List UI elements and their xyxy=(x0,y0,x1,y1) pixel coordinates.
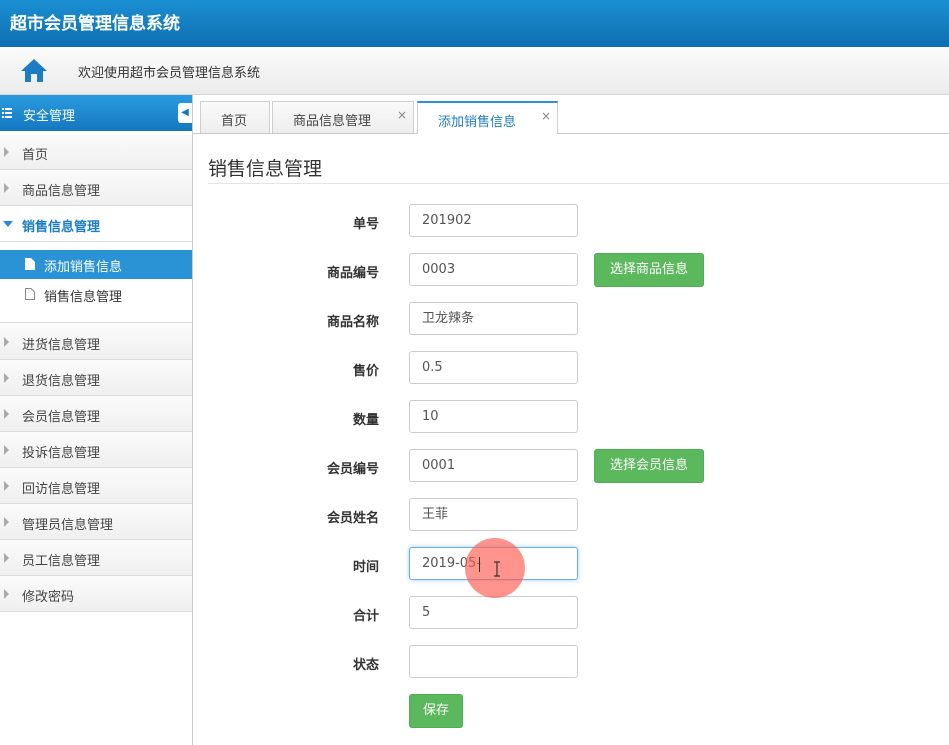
price-label: 售价 xyxy=(352,364,379,379)
sidebar-item-sales[interactable]: 销售信息管理 xyxy=(0,206,192,242)
sidebar-subitem-label: 销售信息管理 xyxy=(44,290,123,305)
caret-right-icon xyxy=(4,553,9,563)
sidebar-item-admins[interactable]: 管理员信息管理 xyxy=(0,504,192,540)
status-input[interactable] xyxy=(409,645,578,678)
home-icon[interactable] xyxy=(20,57,48,83)
caret-right-icon xyxy=(4,481,9,491)
sidebar-item-home[interactable]: 首页 xyxy=(0,134,192,170)
sidebar-header-label: 安全管理 xyxy=(23,109,76,124)
sidebar-item-purchase[interactable]: 进货信息管理 xyxy=(0,324,192,360)
product-code-label: 商品编号 xyxy=(326,266,379,281)
ibeam-cursor-icon xyxy=(494,561,500,577)
select-product-button[interactable]: 选择商品信息 xyxy=(594,253,704,287)
sidebar-item-label: 员工信息管理 xyxy=(22,554,101,569)
sidebar-item-returns[interactable]: 退货信息管理 xyxy=(0,360,192,396)
tab-label: 添加销售信息 xyxy=(438,115,517,130)
sidebar-subitem-sales-management[interactable]: 销售信息管理 xyxy=(0,280,192,309)
quantity-label: 数量 xyxy=(352,413,379,428)
document-icon xyxy=(25,258,35,270)
sidebar-item-label: 销售信息管理 xyxy=(22,220,101,235)
caret-right-icon xyxy=(4,147,9,157)
caret-right-icon xyxy=(4,183,9,193)
caret-right-icon xyxy=(4,337,9,347)
caret-right-icon xyxy=(4,409,9,419)
sidebar-item-members[interactable]: 会员信息管理 xyxy=(0,396,192,432)
caret-down-icon xyxy=(3,221,13,227)
sidebar-item-complaints[interactable]: 投诉信息管理 xyxy=(0,432,192,468)
sidebar-item-employees[interactable]: 员工信息管理 xyxy=(0,540,192,576)
list-icon xyxy=(2,108,12,118)
member-code-input[interactable]: 0001 xyxy=(409,449,578,482)
sidebar-item-label: 修改密码 xyxy=(22,590,75,605)
status-label: 状态 xyxy=(352,658,379,673)
welcome-bar: 欢迎使用超市会员管理信息系统 xyxy=(0,47,949,95)
sidebar-item-label: 投诉信息管理 xyxy=(22,446,101,461)
quantity-input[interactable]: 10 xyxy=(409,400,578,433)
select-member-button[interactable]: 选择会员信息 xyxy=(594,449,704,483)
caret-right-icon xyxy=(4,445,9,455)
order-no-input[interactable]: 201902 xyxy=(409,204,578,237)
product-name-label: 商品名称 xyxy=(326,315,379,330)
sidebar-item-label: 管理员信息管理 xyxy=(22,518,114,533)
price-input[interactable]: 0.5 xyxy=(409,351,578,384)
app-header: 超市会员管理信息系统 xyxy=(0,0,949,47)
collapse-sidebar-icon[interactable]: ◀ xyxy=(178,103,192,123)
divider xyxy=(0,322,192,323)
sidebar-item-label: 进货信息管理 xyxy=(22,338,101,353)
caret-right-icon xyxy=(4,373,9,383)
sidebar-item-label: 会员信息管理 xyxy=(22,410,101,425)
member-code-label: 会员编号 xyxy=(326,462,379,477)
sidebar-item-label: 商品信息管理 xyxy=(22,184,101,199)
close-icon[interactable]: × xyxy=(541,109,551,123)
tab-label: 商品信息管理 xyxy=(293,114,372,129)
text-caret xyxy=(479,557,480,572)
sidebar-item-label: 首页 xyxy=(22,148,49,163)
app-title: 超市会员管理信息系统 xyxy=(10,14,180,34)
product-name-input[interactable]: 卫龙辣条 xyxy=(409,302,578,335)
sidebar: 安全管理 ◀ 首页 商品信息管理 销售信息管理 添加销售信息 销售信息管理 进货… xyxy=(0,95,193,745)
sidebar-subitem-add-sale[interactable]: 添加销售信息 xyxy=(0,250,192,279)
tab-products[interactable]: 商品信息管理 × xyxy=(272,101,414,133)
close-icon[interactable]: × xyxy=(397,108,407,122)
document-icon xyxy=(25,288,35,300)
page-title: 销售信息管理 xyxy=(208,158,323,180)
member-name-label: 会员姓名 xyxy=(326,511,379,526)
sidebar-subitem-label: 添加销售信息 xyxy=(44,260,123,275)
total-input[interactable]: 5 xyxy=(409,596,578,629)
time-label: 时间 xyxy=(352,560,379,575)
tab-home[interactable]: 首页 xyxy=(200,101,270,133)
tab-add-sale[interactable]: 添加销售信息 × xyxy=(417,101,558,134)
welcome-text: 欢迎使用超市会员管理信息系统 xyxy=(78,66,261,81)
sidebar-item-label: 退货信息管理 xyxy=(22,374,101,389)
caret-right-icon xyxy=(4,589,9,599)
sidebar-header[interactable]: 安全管理 ◀ xyxy=(0,95,192,131)
member-name-input[interactable]: 王菲 xyxy=(409,498,578,531)
total-label: 合计 xyxy=(352,609,379,624)
divider xyxy=(208,183,949,184)
caret-right-icon xyxy=(4,517,9,527)
sidebar-item-products[interactable]: 商品信息管理 xyxy=(0,170,192,206)
save-button[interactable]: 保存 xyxy=(409,694,463,728)
sidebar-item-label: 回访信息管理 xyxy=(22,482,101,497)
tab-label: 首页 xyxy=(221,114,248,129)
sidebar-item-change-password[interactable]: 修改密码 xyxy=(0,576,192,612)
order-no-label: 单号 xyxy=(352,217,379,232)
product-code-input[interactable]: 0003 xyxy=(409,253,578,286)
tab-bar: 首页 商品信息管理 × 添加销售信息 × xyxy=(193,95,949,134)
sidebar-item-followups[interactable]: 回访信息管理 xyxy=(0,468,192,504)
